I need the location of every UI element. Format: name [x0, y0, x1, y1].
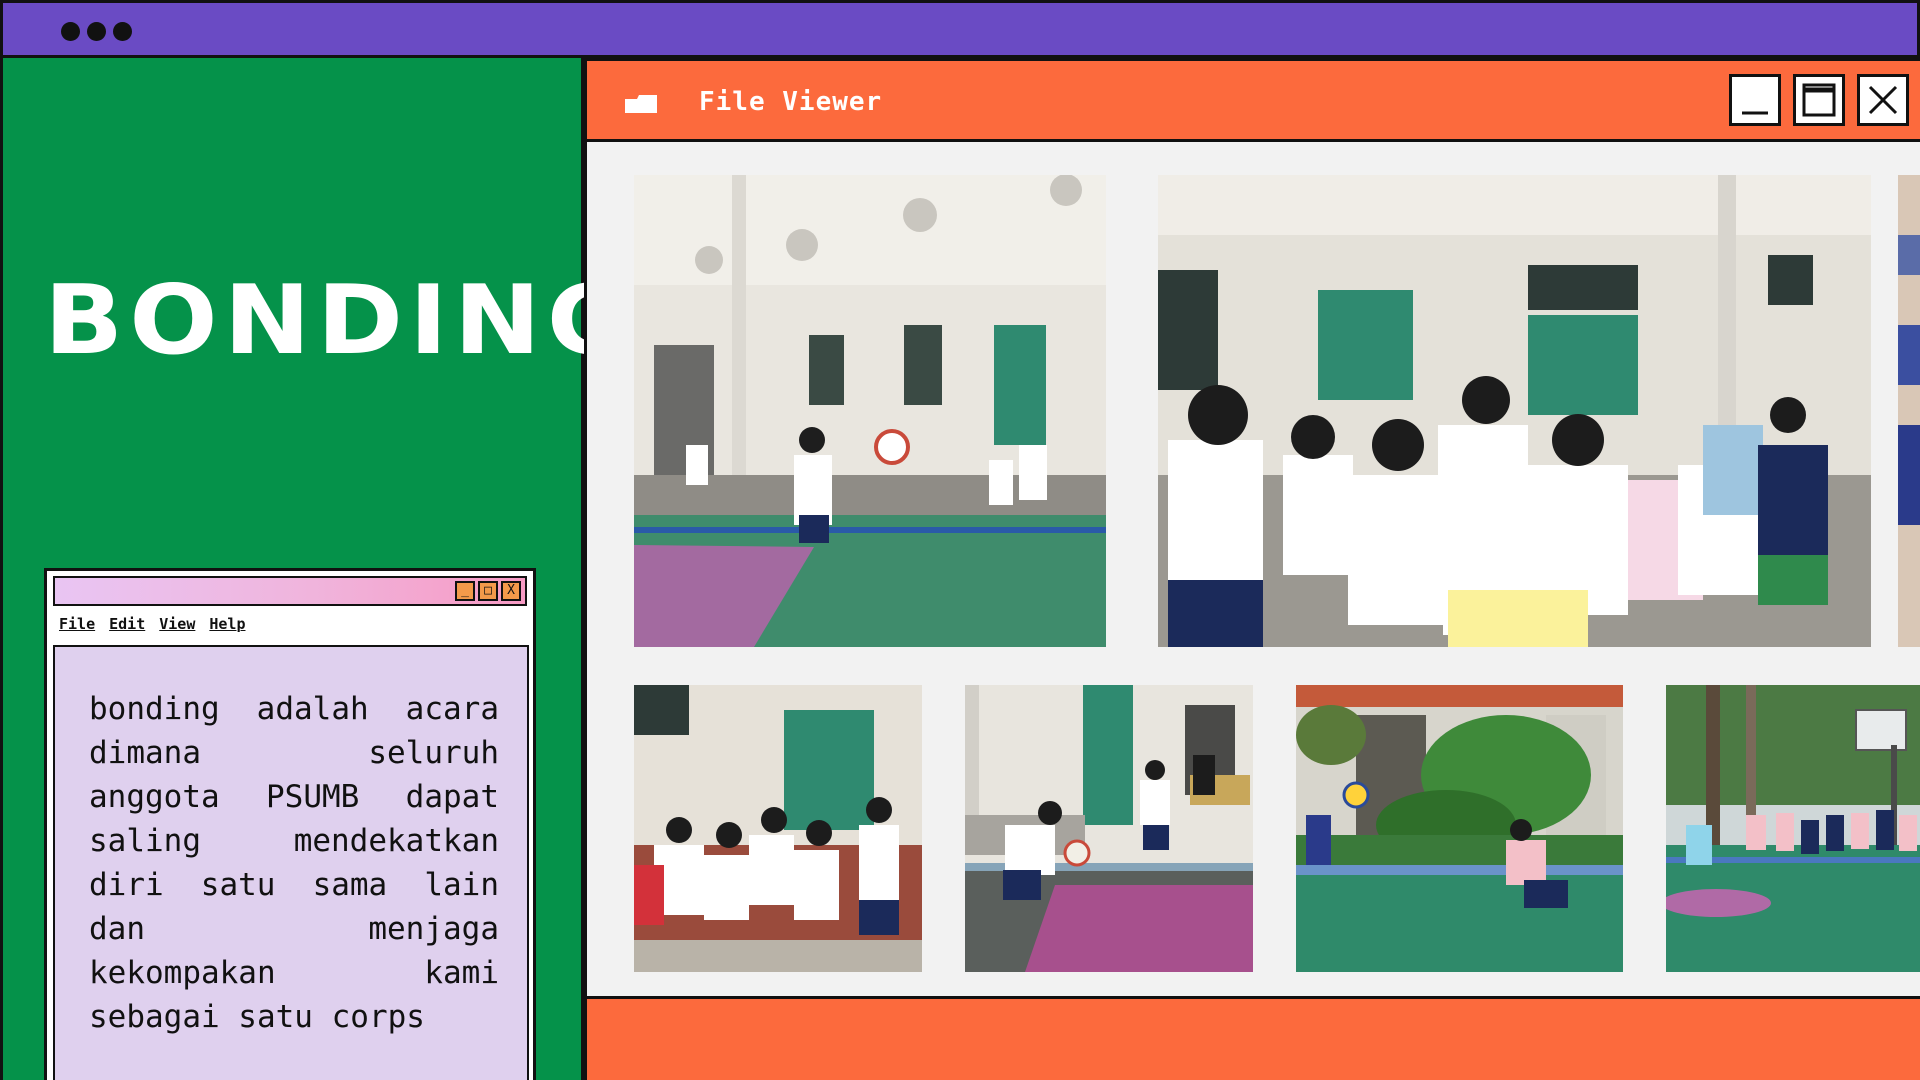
file-viewer-titlebar[interactable]: File Viewer [587, 58, 1920, 142]
page-title: BONDING [44, 263, 639, 377]
description-text: bonding adalah acara dimana seluruh angg… [89, 691, 499, 1035]
minimize-icon [1742, 111, 1768, 115]
notepad-window: _ □ X File Edit View Help bonding adalah… [44, 568, 536, 1080]
top-bar [0, 0, 1920, 58]
file-viewer-footer [587, 996, 1920, 1080]
menu-bar: File Edit View Help [59, 615, 246, 633]
close-button[interactable]: X [501, 581, 521, 601]
close-icon [1868, 85, 1898, 115]
cheering-group-photo[interactable] [634, 685, 922, 972]
minimize-button[interactable] [1729, 74, 1781, 126]
notepad-text-area[interactable]: bonding adalah acara dimana seluruh angg… [53, 645, 529, 1080]
menu-edit[interactable]: Edit [109, 615, 145, 633]
folder-icon [625, 95, 657, 113]
dot-icon [61, 22, 80, 41]
basketball-court-photo[interactable] [1666, 685, 1920, 972]
maximize-button[interactable] [1793, 74, 1845, 126]
file-viewer-window: File Viewer [584, 58, 1920, 1080]
dot-icon [113, 22, 132, 41]
window-title: File Viewer [699, 87, 883, 117]
notepad-titlebar[interactable]: _ □ X [53, 576, 527, 606]
close-button[interactable] [1857, 74, 1909, 126]
group-crowd-photo[interactable] [1158, 175, 1871, 647]
menu-view[interactable]: View [159, 615, 195, 633]
menu-file[interactable]: File [59, 615, 95, 633]
bump-pass-photo[interactable] [965, 685, 1253, 972]
minimize-button[interactable]: _ [455, 581, 475, 601]
volleyball-serve-photo[interactable] [634, 175, 1106, 647]
maximize-icon [1802, 83, 1836, 117]
maximize-button[interactable]: □ [478, 581, 498, 601]
dot-icon [87, 22, 106, 41]
edge-partial-photo[interactable] [1898, 175, 1920, 647]
garden-court-photo[interactable] [1296, 685, 1623, 972]
menu-help[interactable]: Help [209, 615, 245, 633]
